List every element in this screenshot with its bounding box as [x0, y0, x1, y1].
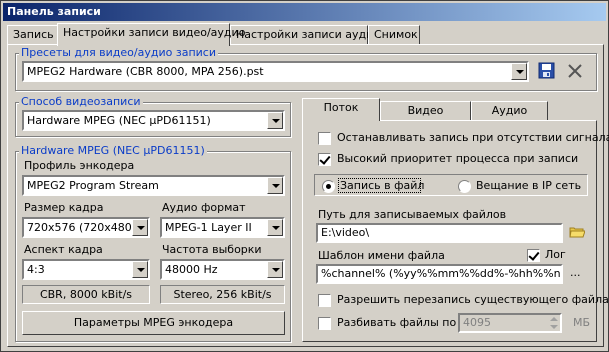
tab-page-video-audio: Пресеты для видео/аудио записи MPEG2 Har…	[7, 44, 609, 347]
chevron-down-icon	[511, 63, 527, 80]
save-icon[interactable]	[538, 62, 556, 80]
frame-size-value: 720x576 (720x480)	[27, 221, 137, 234]
method-select[interactable]: Hardware MPEG (NEC µPD61151)	[22, 110, 285, 131]
broadcast-ip-radio[interactable]	[458, 180, 471, 193]
aspect-value: 4:3	[27, 263, 45, 276]
frame-size-select[interactable]: 720x576 (720x480)	[22, 217, 150, 238]
encoder-profile-select[interactable]: MPEG2 Program Stream	[22, 175, 285, 196]
method-legend: Способ видеозаписи	[19, 95, 143, 108]
close-icon[interactable]	[566, 62, 584, 80]
focus-rect	[338, 178, 421, 193]
sample-rate-value: 48000 Hz	[165, 263, 218, 276]
frame-size-label: Размер кадра	[24, 201, 104, 214]
spin-arrows-icon[interactable]	[548, 315, 560, 331]
stop-no-signal-checkbox[interactable]	[318, 132, 331, 145]
audio-format-label: Аудио формат	[162, 201, 246, 214]
tab-recording[interactable]: Запись	[7, 25, 58, 45]
more-button[interactable]: ...	[570, 266, 581, 279]
window-title: Панель записи	[3, 3, 606, 21]
chevron-down-icon	[267, 177, 283, 194]
log-label: Лог	[545, 248, 566, 261]
folder-icon[interactable]	[569, 225, 586, 239]
audio-format-value: MPEG-1 Layer II	[165, 221, 252, 234]
tab-video-audio-settings[interactable]: Настройки записи видео/аудио	[57, 23, 245, 46]
chevron-down-icon	[267, 261, 283, 278]
log-checkbox[interactable]	[527, 249, 540, 262]
method-select-value: Hardware MPEG (NEC µPD61151)	[27, 114, 211, 127]
chevron-down-icon	[267, 219, 283, 236]
split-checkbox[interactable]	[318, 317, 331, 330]
path-label: Путь для записываемых файлов	[318, 208, 507, 221]
stop-no-signal-label: Останавливать запись при отсутствии сигн…	[337, 131, 609, 144]
split-unit-label: МБ	[573, 316, 591, 329]
subtab-audio[interactable]: Аудио	[471, 101, 548, 121]
encoder-profile-label: Профиль энкодера	[24, 159, 135, 172]
mpeg-encoder-params-button[interactable]: Параметры MPEG энкодера	[22, 311, 285, 335]
tab-audio-settings[interactable]: Настройки записи аудио	[230, 25, 380, 45]
split-label: Разбивать файлы по	[337, 316, 457, 329]
broadcast-ip-label: Вещание в IP сеть	[476, 179, 582, 192]
record-to-file-radio[interactable]	[322, 180, 335, 193]
chevron-down-icon	[132, 219, 148, 236]
sample-rate-label: Частота выборки	[162, 243, 262, 256]
chevron-down-icon	[267, 112, 283, 129]
subtab-stream[interactable]: Поток	[302, 98, 380, 121]
audio-format-select[interactable]: MPEG-1 Layer II	[160, 217, 285, 238]
aspect-select[interactable]: 4:3	[22, 259, 150, 280]
chevron-down-icon	[132, 261, 148, 278]
audio-bitrate-readout: Stereo, 256 kBit/s	[160, 285, 285, 304]
overwrite-checkbox[interactable]	[318, 294, 331, 307]
presets-legend: Пресеты для видео/аудио записи	[19, 46, 218, 59]
overwrite-label: Разрешить перезапись существующего файла	[337, 293, 609, 306]
encoder-profile-value: MPEG2 Program Stream	[27, 179, 159, 192]
aspect-label: Аспект кадра	[24, 243, 103, 256]
sample-rate-select[interactable]: 48000 Hz	[160, 259, 285, 280]
high-priority-checkbox[interactable]	[318, 153, 331, 166]
hw-mpeg-legend: Hardware MPEG (NEC µPD61151)	[19, 144, 207, 157]
preset-select-value: MPEG2 Hardware (CBR 8000, MPA 256).pst	[27, 65, 264, 78]
filename-template-input[interactable]: %channel% (%yy%%mm%%dd%-%hh%%nn%	[316, 264, 563, 284]
recording-panel-window: Панель записи Запись Настройки записи ви…	[0, 0, 609, 352]
split-size-input[interactable]: 4095	[458, 313, 562, 333]
template-label: Шаблон имени файла	[318, 249, 445, 262]
preset-select[interactable]: MPEG2 Hardware (CBR 8000, MPA 256).pst	[22, 61, 529, 82]
tab-snapshot[interactable]: Снимок	[368, 25, 420, 45]
subtab-video[interactable]: Видео	[380, 101, 471, 121]
high-priority-label: Высокий приоритет процесса при записи	[337, 152, 579, 165]
video-bitrate-readout: CBR, 8000 kBit/s	[22, 285, 150, 304]
path-input[interactable]: E:\video\	[316, 223, 563, 243]
